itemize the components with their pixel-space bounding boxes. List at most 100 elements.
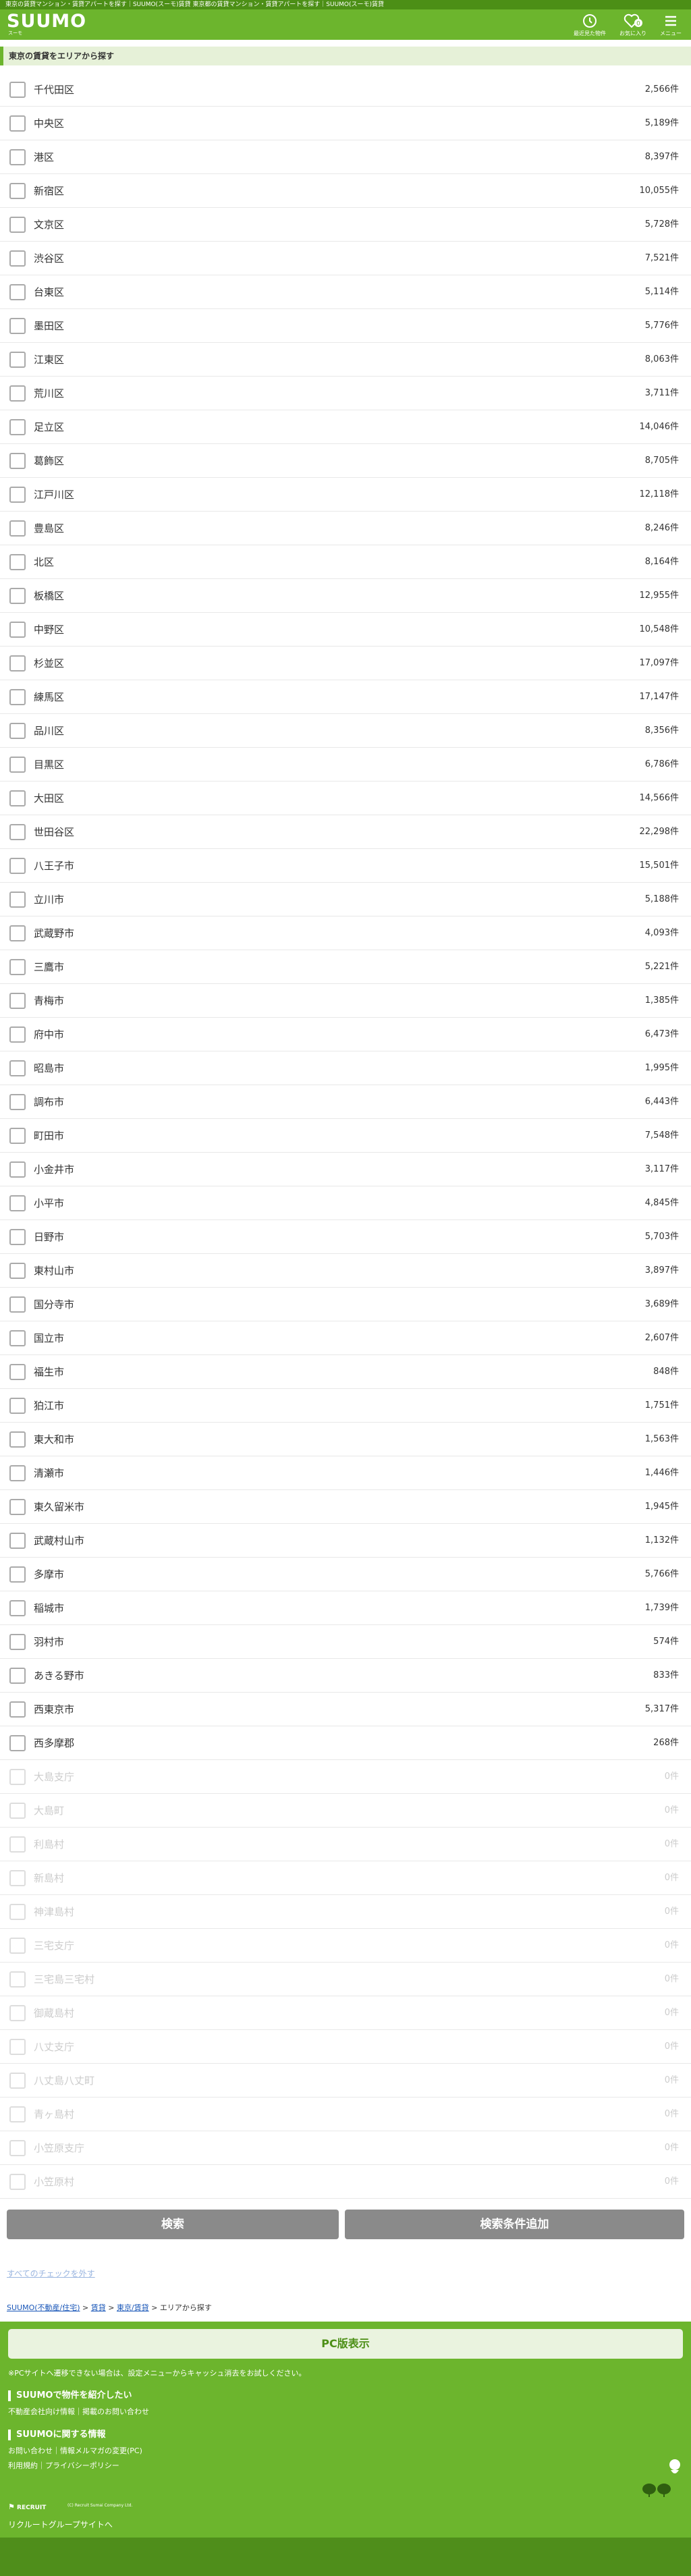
area-checkbox[interactable] [9,1161,26,1178]
area-checkbox[interactable] [9,1533,26,1549]
area-checkbox[interactable] [9,487,26,503]
area-row[interactable]: 稲城市 1,739件 [0,1591,691,1625]
area-checkbox[interactable] [9,993,26,1009]
area-row[interactable]: 多摩市 5,766件 [0,1558,691,1591]
area-row[interactable]: 文京区 5,728件 [0,208,691,242]
area-row[interactable]: 品川区 8,356件 [0,714,691,748]
area-checkbox[interactable] [9,689,26,705]
area-row[interactable]: 町田市 7,548件 [0,1119,691,1153]
pc-view-button[interactable]: PC版表示 [8,2329,683,2359]
area-checkbox[interactable] [9,1026,26,1043]
area-checkbox[interactable] [9,588,26,604]
area-checkbox[interactable] [9,284,26,300]
area-checkbox[interactable] [9,1465,26,1481]
area-row[interactable]: 小平市 4,845件 [0,1186,691,1220]
area-checkbox[interactable] [9,1499,26,1515]
area-checkbox[interactable] [9,318,26,334]
area-row[interactable]: 大田区 14,566件 [0,782,691,815]
area-row[interactable]: あきる野市 833件 [0,1659,691,1693]
area-row[interactable]: 墨田区 5,776件 [0,309,691,343]
suumo-logo[interactable]: SUUMO [7,11,86,32]
add-condition-button[interactable]: 検索条件追加 [345,2210,684,2239]
area-checkbox[interactable] [9,757,26,773]
area-row[interactable]: 福生市 848件 [0,1355,691,1389]
favorites-button[interactable]: 0 お気に入り [614,13,652,37]
area-row[interactable]: 中野区 10,548件 [0,613,691,647]
area-row[interactable]: 荒川区 3,711件 [0,377,691,410]
area-row[interactable]: 西多摩郡 268件 [0,1726,691,1760]
area-row[interactable]: 千代田区 2,566件 [0,73,691,107]
area-row[interactable]: 西東京市 5,317件 [0,1693,691,1726]
area-checkbox[interactable] [9,352,26,368]
area-checkbox[interactable] [9,790,26,806]
area-row[interactable]: 杉並区 17,097件 [0,647,691,680]
area-checkbox[interactable] [9,1735,26,1751]
area-row[interactable]: 江東区 8,063件 [0,343,691,377]
area-row[interactable]: 東村山市 3,897件 [0,1254,691,1288]
recruit-group-link[interactable]: リクルートグループサイトへ [8,2519,113,2530]
area-checkbox[interactable] [9,1094,26,1110]
area-row[interactable]: 調布市 6,443件 [0,1085,691,1119]
area-checkbox[interactable] [9,892,26,908]
breadcrumb-pref[interactable]: 東京/賃貸 [117,2303,149,2312]
area-checkbox[interactable] [9,385,26,402]
area-row[interactable]: 清瀬市 1,446件 [0,1456,691,1490]
area-row[interactable]: 八王子市 15,501件 [0,849,691,883]
area-row[interactable]: 国立市 2,607件 [0,1321,691,1355]
area-row[interactable]: 日野市 5,703件 [0,1220,691,1254]
area-row[interactable]: 板橋区 12,955件 [0,579,691,613]
area-checkbox[interactable] [9,925,26,941]
area-checkbox[interactable] [9,622,26,638]
area-row[interactable]: 新宿区 10,055件 [0,174,691,208]
area-row[interactable]: 立川市 5,188件 [0,883,691,916]
area-row[interactable]: 世田谷区 22,298件 [0,815,691,849]
menu-button[interactable]: メニュー [652,13,690,37]
area-row[interactable]: 東久留米市 1,945件 [0,1490,691,1524]
area-checkbox[interactable] [9,115,26,132]
area-row[interactable]: 渋谷区 7,521件 [0,242,691,275]
area-checkbox[interactable] [9,250,26,267]
area-checkbox[interactable] [9,1195,26,1211]
area-checkbox[interactable] [9,453,26,469]
area-checkbox[interactable] [9,1634,26,1650]
search-button[interactable]: 検索 [7,2210,339,2239]
area-row[interactable]: 武蔵野市 4,093件 [0,916,691,950]
breadcrumb-home[interactable]: SUUMO(不動産/住宅) [7,2303,80,2312]
footer-link-contact[interactable]: お問い合わせ｜情報メルマガの変更(PC) [8,2445,142,2456]
area-checkbox[interactable] [9,1701,26,1718]
area-row[interactable]: 狛江市 1,751件 [0,1389,691,1423]
area-checkbox[interactable] [9,824,26,840]
area-row[interactable]: 港区 8,397件 [0,140,691,174]
history-button[interactable]: 最近見た物件 [571,13,609,37]
area-row[interactable]: 国分寺市 3,689件 [0,1288,691,1321]
area-checkbox[interactable] [9,723,26,739]
area-row[interactable]: 三鷹市 5,221件 [0,950,691,984]
area-row[interactable]: 東大和市 1,563件 [0,1423,691,1456]
area-checkbox[interactable] [9,1128,26,1144]
area-checkbox[interactable] [9,1296,26,1313]
area-checkbox[interactable] [9,1668,26,1684]
area-row[interactable]: 台東区 5,114件 [0,275,691,309]
area-row[interactable]: 北区 8,164件 [0,545,691,579]
breadcrumb-rent[interactable]: 賃貸 [91,2303,106,2312]
area-checkbox[interactable] [9,959,26,975]
area-checkbox[interactable] [9,520,26,537]
area-row[interactable]: 目黒区 6,786件 [0,748,691,782]
area-row[interactable]: 昭島市 1,995件 [0,1051,691,1085]
area-checkbox[interactable] [9,1431,26,1448]
area-checkbox[interactable] [9,183,26,199]
area-checkbox[interactable] [9,1263,26,1279]
area-row[interactable]: 青梅市 1,385件 [0,984,691,1018]
area-checkbox[interactable] [9,82,26,98]
footer-link-business[interactable]: 不動産会社向け情報｜掲載のお問い合わせ [8,2406,149,2417]
area-checkbox[interactable] [9,149,26,165]
area-checkbox[interactable] [9,655,26,672]
area-row[interactable]: 江戸川区 12,118件 [0,478,691,512]
area-checkbox[interactable] [9,1229,26,1245]
area-row[interactable]: 武蔵村山市 1,132件 [0,1524,691,1558]
area-row[interactable]: 豊島区 8,246件 [0,512,691,545]
area-checkbox[interactable] [9,1060,26,1076]
area-row[interactable]: 葛飾区 8,705件 [0,444,691,478]
area-row[interactable]: 中央区 5,189件 [0,107,691,140]
area-checkbox[interactable] [9,858,26,874]
